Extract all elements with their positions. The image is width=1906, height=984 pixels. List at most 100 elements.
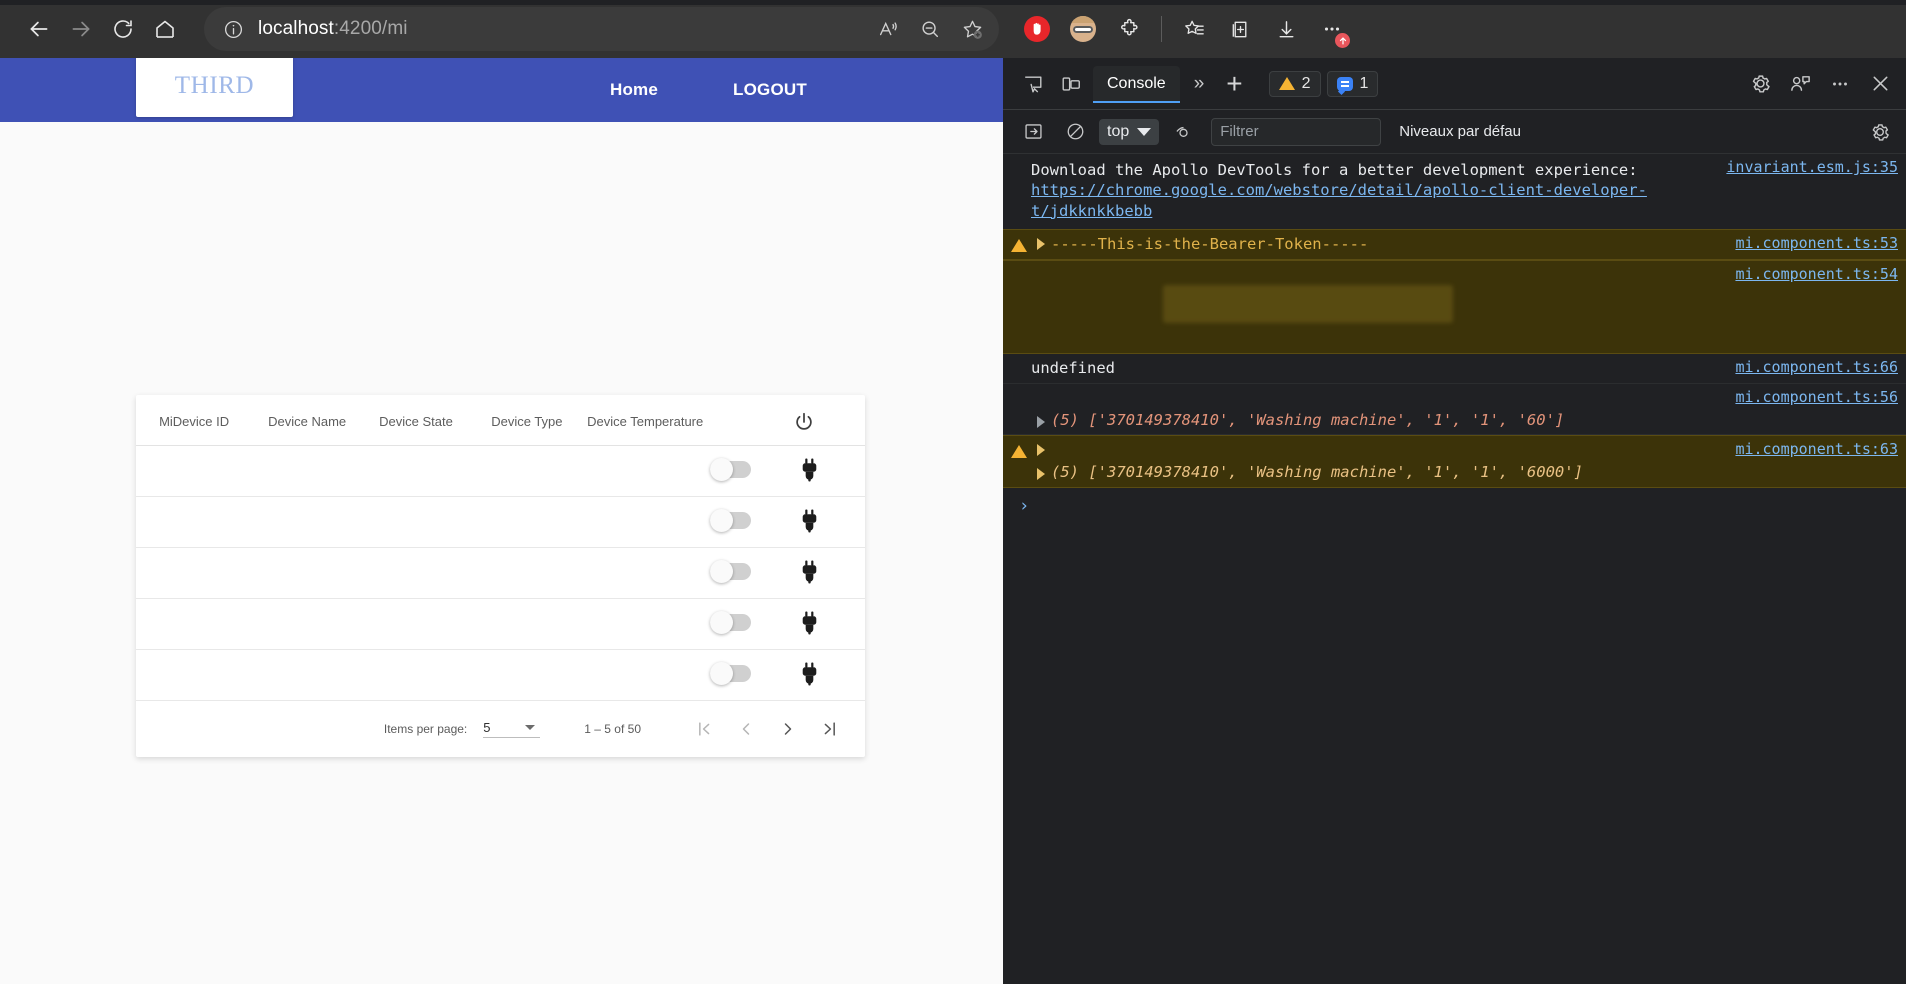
table-row[interactable] [136,445,865,497]
message-source-link[interactable]: invariant.esm.js:35 [1726,158,1898,178]
items-per-page-select[interactable]: 5 [483,720,541,738]
close-devtools-icon[interactable] [1862,67,1898,101]
info-counter[interactable]: 1 [1326,70,1379,97]
power-toggle[interactable] [710,509,752,532]
console-prompt[interactable]: › [1003,488,1906,524]
live-expression-icon[interactable] [1165,115,1201,149]
cell-power-toggle[interactable] [706,649,791,701]
extension-adblock-icon[interactable] [1015,7,1059,51]
column-header-device-type[interactable]: Device Type [469,395,584,446]
message-source-link[interactable]: mi.component.ts:63 [1735,440,1898,460]
column-header-power-icon [790,395,865,446]
console-settings-gear-icon[interactable] [1862,115,1898,149]
cell-plug[interactable] [790,547,865,599]
previous-page-button[interactable] [725,708,767,750]
power-toggle[interactable] [710,458,752,481]
expand-arrow-icon[interactable] [1037,415,1045,428]
read-aloud-icon[interactable] [869,10,907,48]
site-info-icon[interactable] [218,14,248,44]
nav-link-home[interactable]: Home [610,80,658,100]
plug-icon[interactable] [801,458,818,485]
filter-placeholder: Filtrer [1220,123,1259,140]
console-message[interactable]: invariant.esm.js:35 Download the Apollo … [1003,154,1906,229]
last-page-button[interactable] [809,708,851,750]
cell-power-toggle[interactable] [706,445,791,497]
javascript-context-select[interactable]: top [1099,118,1160,145]
expand-arrow-icon[interactable] [1037,238,1045,251]
cell-plug[interactable] [790,649,865,701]
inspect-element-icon[interactable] [1015,67,1051,101]
message-source-link[interactable]: mi.component.ts:66 [1735,358,1898,378]
add-tab-icon[interactable]: + [1216,69,1252,98]
console-message-warning-array[interactable]: mi.component.ts:63 (5) ['370149378410', … [1003,435,1906,488]
cell-plug[interactable] [790,445,865,497]
console-message-list[interactable]: invariant.esm.js:35 Download the Apollo … [1003,154,1906,984]
reload-button[interactable] [102,8,144,50]
power-toggle[interactable] [710,560,752,583]
clear-console-icon[interactable] [1057,115,1093,149]
warning-counter[interactable]: 2 [1268,70,1321,97]
show-console-sidebar-icon[interactable] [1015,115,1051,149]
power-icon[interactable] [791,411,865,433]
add-favorite-icon[interactable] [953,10,991,48]
console-filter-input[interactable]: Filtrer [1211,117,1382,146]
table-row[interactable] [136,547,865,599]
cell-plug[interactable] [790,598,865,650]
table-row[interactable] [136,598,865,650]
plug-icon[interactable] [801,509,818,536]
paginator: Items per page: 5 1 – 5 of 50 [136,701,865,757]
device-toolbar-icon[interactable] [1053,67,1089,101]
more-options-icon[interactable] [1310,7,1354,51]
log-levels-dropdown[interactable]: Niveaux par défau [1399,123,1521,140]
nav-link-logout[interactable]: LOGOUT [733,80,807,100]
column-header-midevice-id[interactable]: MiDevice ID [136,395,253,446]
plug-icon[interactable] [801,662,818,689]
console-message-array[interactable]: mi.component.ts:56 (5) ['370149378410', … [1003,384,1906,436]
extensions-puzzle-icon[interactable] [1107,7,1151,51]
viewport-row: THIRD Home LOGOUT MiDevice ID Device Nam… [0,58,1906,984]
power-toggle[interactable] [710,662,752,685]
extension-avatar-icon[interactable] [1061,7,1105,51]
console-message[interactable]: mi.component.ts:66 undefined [1003,354,1906,384]
forward-button[interactable] [60,8,102,50]
next-page-button[interactable] [767,708,809,750]
column-header-device-temperature[interactable]: Device Temperature [583,395,707,446]
first-page-button[interactable] [683,708,725,750]
zoom-out-icon[interactable] [911,10,949,48]
table-row[interactable] [136,649,865,701]
message-source-link[interactable]: mi.component.ts:53 [1735,234,1898,254]
collections-icon[interactable] [1218,7,1262,51]
cell-device-type [469,496,584,548]
page-range-label: 1 – 5 of 50 [584,722,641,736]
cell-power-toggle[interactable] [706,496,791,548]
more-options-icon[interactable] [1822,67,1858,101]
tab-console[interactable]: Console [1093,65,1180,103]
plug-icon[interactable] [801,611,818,638]
console-message-warning[interactable]: mi.component.ts:53 -----This-is-the-Bear… [1003,229,1906,260]
message-source-link[interactable]: mi.component.ts:56 [1735,388,1898,408]
favorites-list-icon[interactable] [1172,7,1216,51]
cell-power-toggle[interactable] [706,547,791,599]
more-tabs-icon[interactable]: » [1184,73,1215,95]
home-button[interactable] [144,8,186,50]
console-prompt-chevron: › [1019,495,1030,516]
column-header-device-state[interactable]: Device State [362,395,470,446]
downloads-icon[interactable] [1264,7,1308,51]
cell-plug[interactable] [790,496,865,548]
expand-array-arrow-icon[interactable] [1037,468,1045,481]
plug-icon[interactable] [801,560,818,587]
message-source-link[interactable]: mi.component.ts:54 [1735,265,1898,285]
power-toggle[interactable] [710,611,752,634]
settings-gear-icon[interactable] [1742,67,1778,101]
back-button[interactable] [18,8,60,50]
expand-arrow-icon[interactable] [1037,444,1045,457]
address-bar[interactable]: localhost:4200/mi [204,7,999,51]
info-bubble-icon [1336,76,1353,91]
table-row[interactable] [136,496,865,548]
column-header-device-name[interactable]: Device Name [252,395,363,446]
brand-logo[interactable]: THIRD [136,58,293,117]
console-message-warning-redacted[interactable]: mi.component.ts:54 [1003,259,1906,355]
message-link[interactable]: https://chrome.google.com/webstore/detai… [1031,181,1647,219]
customize-devtools-icon[interactable] [1782,67,1818,101]
cell-power-toggle[interactable] [706,598,791,650]
